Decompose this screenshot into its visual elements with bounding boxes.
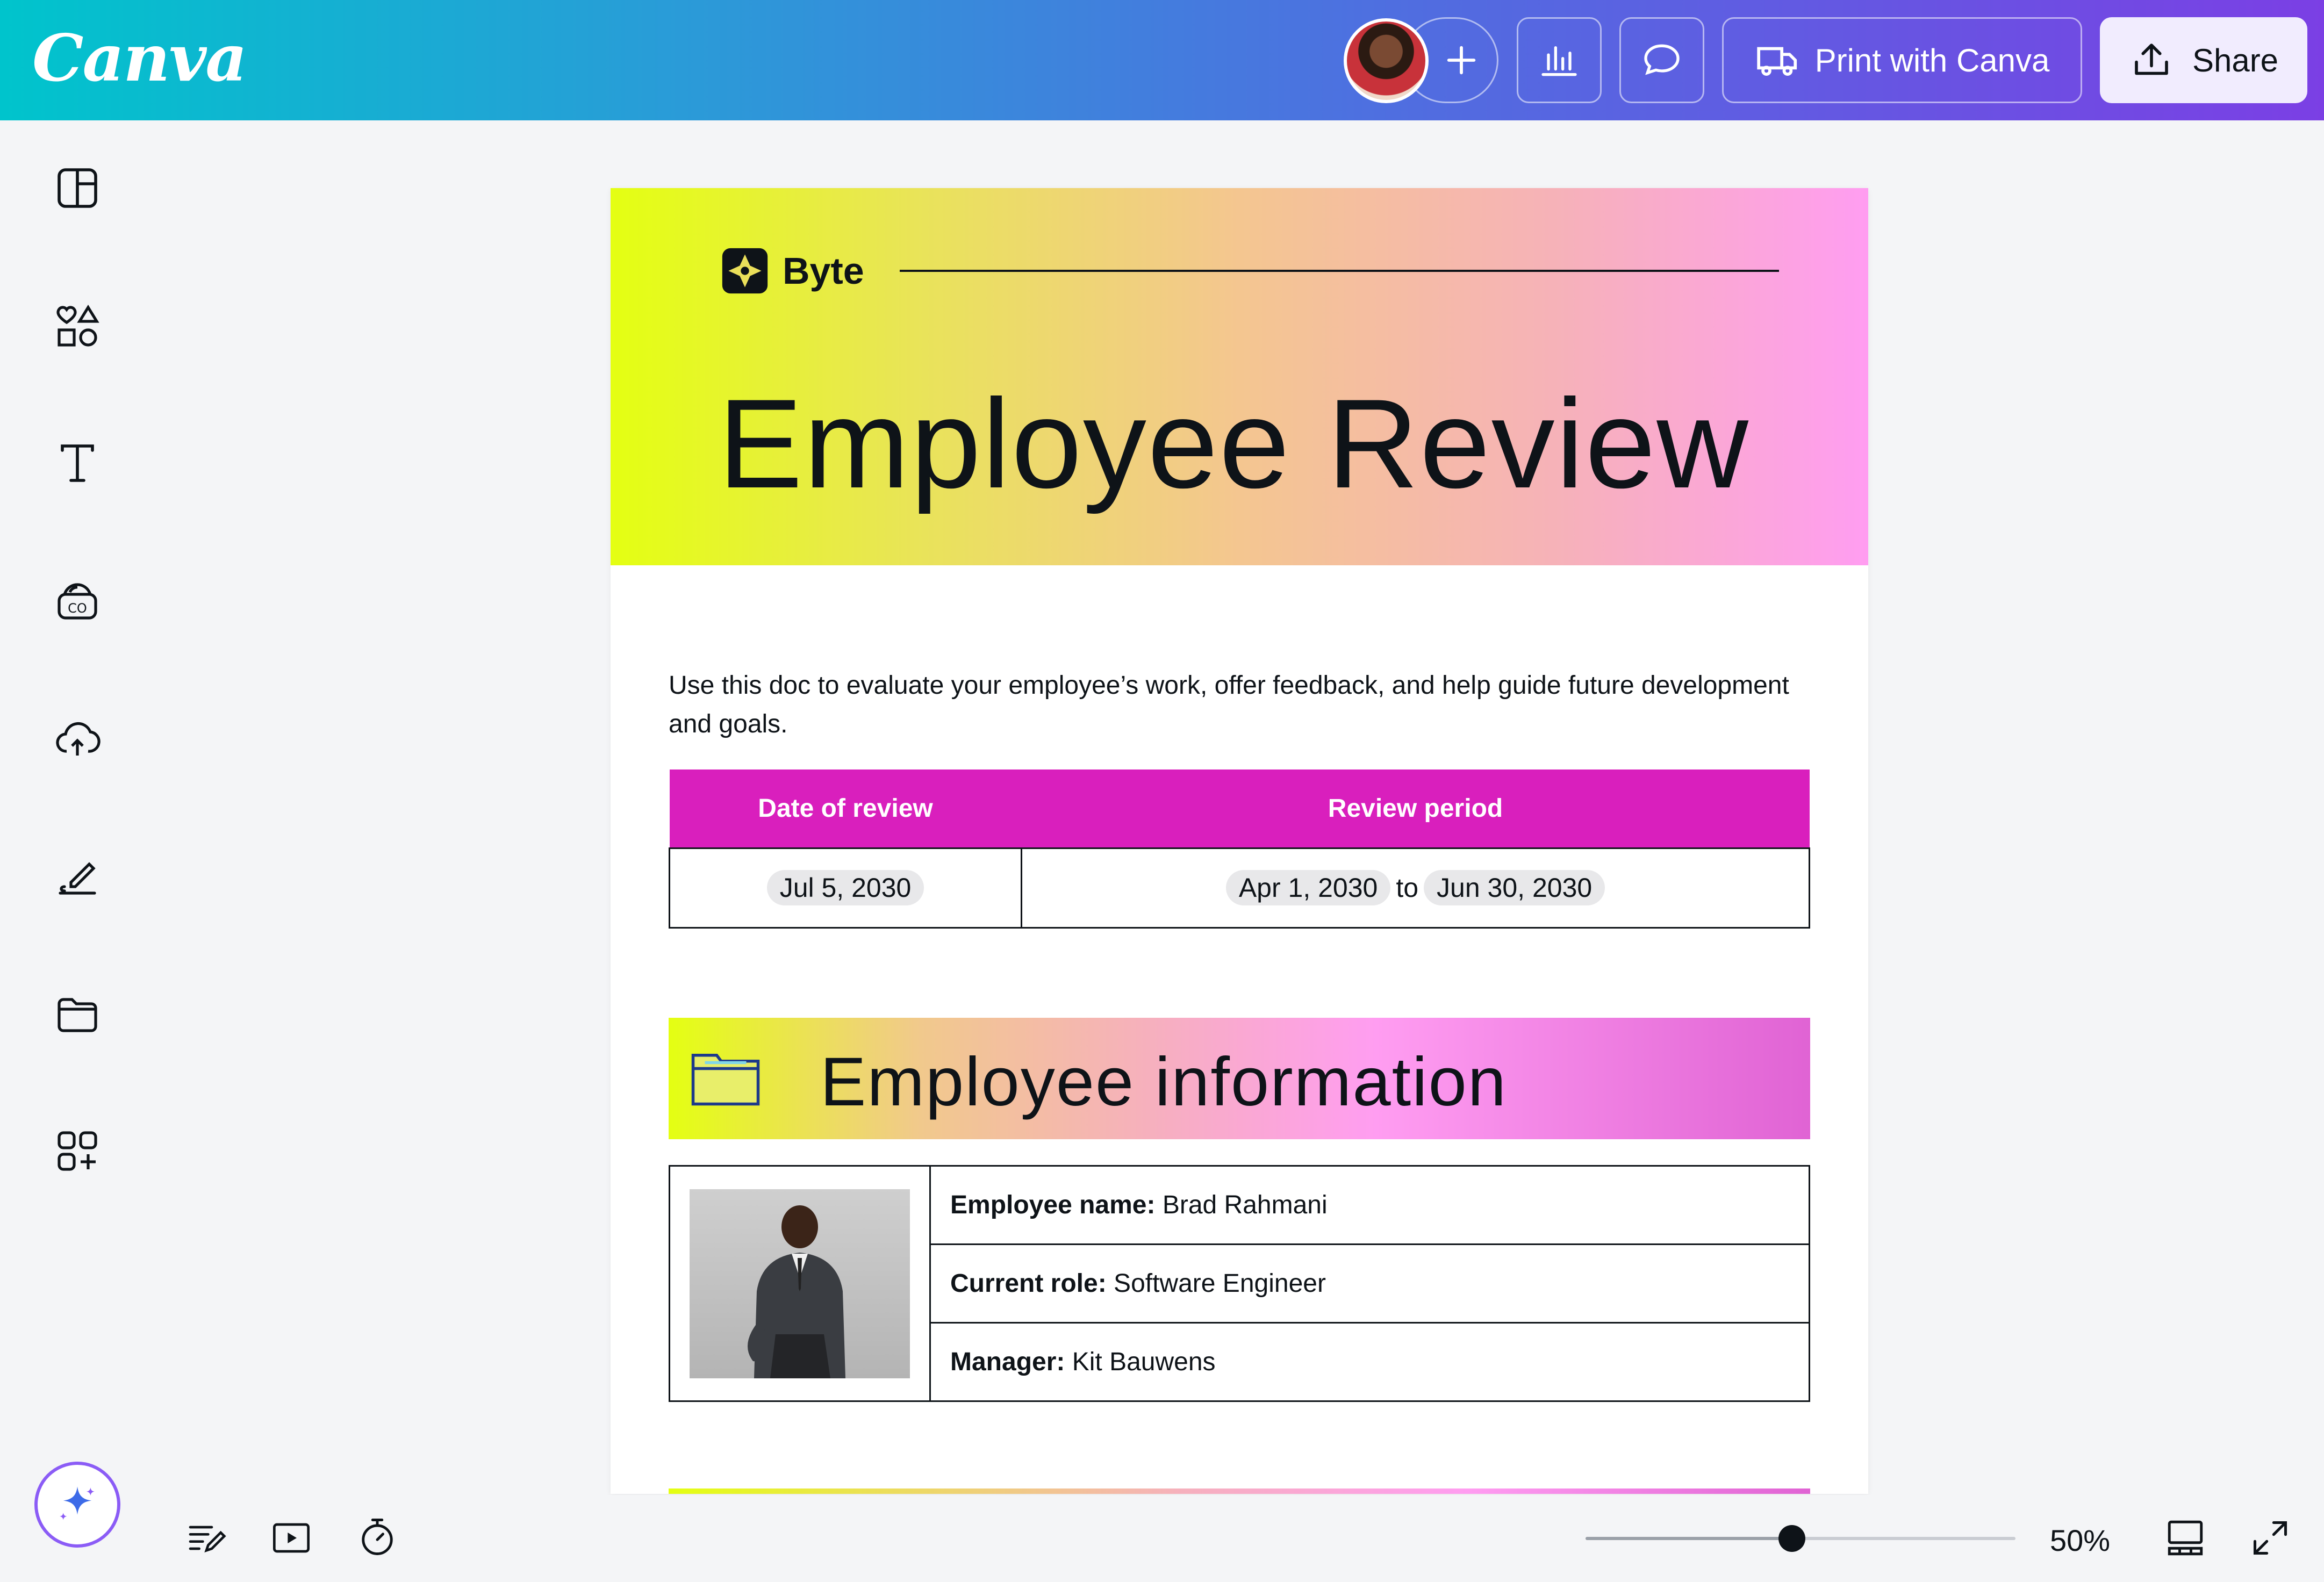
person-figure — [748, 1205, 845, 1378]
current-role-value: Software Engineer — [1114, 1269, 1326, 1298]
analytics-button[interactable] — [1517, 17, 1602, 103]
print-with-canva-button[interactable]: Print with Canva — [1722, 17, 2082, 103]
employee-name-cell[interactable]: Employee name: Brad Rahmani — [929, 1165, 1810, 1245]
grid-view-icon[interactable] — [2163, 1515, 2208, 1561]
employee-name-label: Employee name: — [950, 1191, 1156, 1219]
design-icon[interactable] — [52, 162, 103, 214]
svg-text:CO: CO — [68, 601, 87, 616]
add-icon — [1447, 46, 1476, 75]
timer-icon[interactable] — [355, 1514, 400, 1559]
review-date-cell[interactable]: Jul 5, 2030 — [668, 847, 1023, 929]
comment-button[interactable] — [1619, 17, 1704, 103]
byte-logo-icon — [722, 248, 768, 294]
next-section-banner[interactable] — [669, 1488, 1810, 1494]
user-avatar[interactable] — [1344, 18, 1429, 103]
employee-info-title: Employee information — [820, 1044, 1507, 1120]
truck-icon — [1756, 47, 1797, 76]
fullscreen-icon[interactable] — [2250, 1518, 2291, 1558]
date-of-review-header: Date of review — [669, 770, 1022, 848]
upload-icon — [2135, 44, 2168, 75]
text-icon[interactable] — [52, 437, 103, 489]
canva-logo[interactable]: Canva — [32, 20, 247, 96]
projects-icon[interactable] — [52, 988, 103, 1039]
design-canvas[interactable]: Byte Employee Review Use this doc to eva… — [611, 188, 1868, 1494]
hero-banner[interactable]: Byte Employee Review — [611, 188, 1868, 565]
sparkle-icon — [60, 1486, 95, 1520]
share-button[interactable]: Share — [2100, 17, 2307, 103]
review-period-header: Review period — [1021, 770, 1810, 848]
employee-info-table[interactable]: Employee name: Brad Rahmani Current role… — [669, 1165, 1810, 1402]
share-label: Share — [2192, 42, 2279, 78]
manager-value: Kit Bauwens — [1072, 1348, 1216, 1376]
analytics-icon — [1541, 46, 1577, 76]
employee-photo[interactable] — [690, 1189, 910, 1378]
employee-photo-cell[interactable] — [669, 1165, 931, 1402]
brand-name: Byte — [783, 250, 864, 292]
zoom-level[interactable]: 50% — [2050, 1523, 2110, 1558]
brand-logo[interactable]: Byte — [720, 246, 864, 296]
top-bar: Canva Print with Canva Share — [0, 0, 2324, 120]
brand-divider — [900, 270, 1779, 272]
current-role-cell[interactable]: Current role: Software Engineer — [929, 1243, 1810, 1324]
uploads-icon[interactable] — [52, 713, 103, 764]
elements-icon[interactable] — [52, 300, 103, 351]
period-start-chip[interactable]: Apr 1, 2030 — [1225, 870, 1391, 905]
zoom-slider-knob[interactable] — [1778, 1525, 1805, 1552]
manager-cell[interactable]: Manager: Kit Bauwens — [929, 1322, 1810, 1402]
period-to-text: to — [1396, 873, 1419, 903]
intro-text[interactable]: Use this doc to evaluate your employee’s… — [669, 666, 1797, 744]
magic-assistant-button[interactable] — [34, 1462, 120, 1548]
comment-icon — [1644, 44, 1680, 75]
employee-info-banner[interactable]: Employee information — [669, 1018, 1810, 1139]
brand-icon[interactable]: CO — [52, 575, 103, 627]
review-date-chip[interactable]: Jul 5, 2030 — [766, 870, 924, 905]
present-icon[interactable] — [270, 1516, 313, 1559]
left-sidebar: CO — [0, 120, 156, 1582]
folder-icon — [691, 1054, 760, 1106]
notes-icon[interactable] — [185, 1516, 228, 1559]
zoom-slider-fill — [1586, 1537, 1792, 1540]
review-period-cell[interactable]: Apr 1, 2030 to Jun 30, 2030 — [1021, 847, 1810, 929]
print-label: Print with Canva — [1814, 42, 2050, 78]
draw-icon[interactable] — [52, 850, 103, 902]
document-title[interactable]: Employee Review — [718, 371, 1749, 517]
period-end-chip[interactable]: Jun 30, 2030 — [1424, 870, 1605, 905]
manager-label: Manager: — [950, 1348, 1065, 1376]
review-table[interactable]: Date of review Review period Jul 5, 2030… — [668, 770, 1810, 929]
apps-icon[interactable] — [52, 1125, 103, 1177]
employee-name-value: Brad Rahmani — [1162, 1191, 1328, 1219]
zoom-slider[interactable] — [1586, 1525, 2015, 1552]
current-role-label: Current role: — [950, 1269, 1107, 1298]
